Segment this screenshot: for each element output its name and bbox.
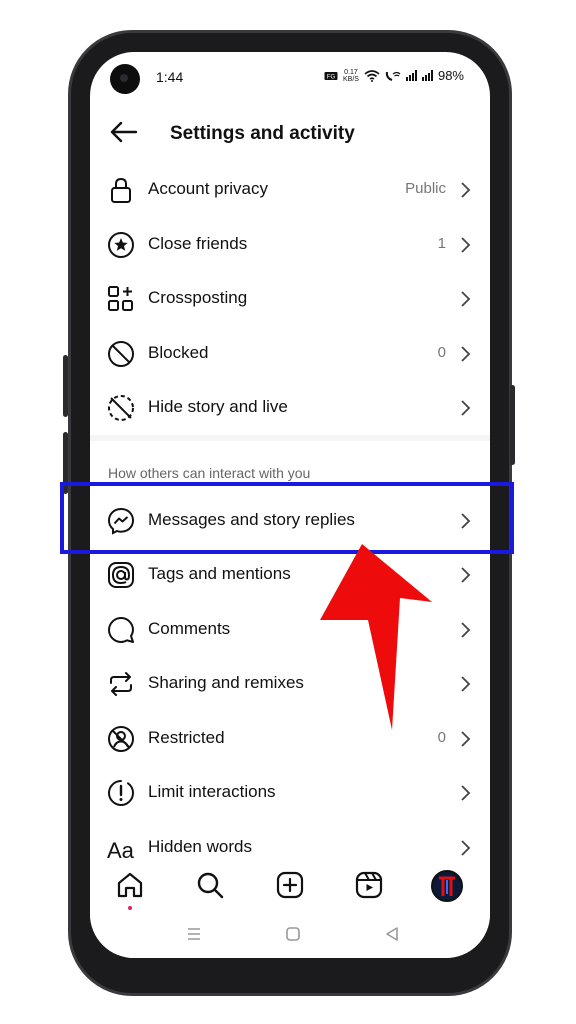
chevron-right-icon [461, 839, 471, 856]
star-circle-icon [108, 231, 134, 258]
chevron-right-icon [461, 236, 471, 253]
power-button [510, 385, 515, 465]
wifi-calling-icon [385, 71, 401, 81]
page-header: Settings and activity [90, 110, 490, 158]
front-camera [110, 64, 140, 94]
net-speed: 0.17 KB/S [343, 68, 359, 83]
nfc-icon: FG [324, 71, 338, 80]
row-label: Sharing and remixes [148, 673, 304, 692]
chevron-right-icon [461, 785, 471, 801]
row-label: Close friends [148, 233, 248, 253]
row-value: Public [405, 180, 446, 197]
profile-avatar[interactable] [431, 870, 463, 902]
menu-icon[interactable] [184, 924, 204, 944]
chevron-right-icon [461, 345, 471, 362]
row-label: Crossposting [148, 288, 248, 307]
signal-icon [405, 70, 417, 81]
battery-level: 98% [437, 68, 464, 83]
row-label: Blocked [148, 342, 209, 362]
row-label: Account privacy [148, 179, 268, 198]
hide-story-icon [108, 395, 134, 421]
chevron-right-icon [461, 291, 471, 307]
text-aa-icon: Aa [107, 838, 135, 863]
chevron-right-icon [461, 182, 471, 198]
home-square-icon[interactable] [283, 924, 303, 944]
bottom-nav [90, 860, 490, 912]
crossposting-row[interactable]: Crossposting [90, 271, 490, 326]
close-friends-row[interactable]: Close friends 1 [90, 217, 490, 272]
status-bar: 1:44 FG 0.17 KB/S 98% [90, 52, 490, 102]
chevron-right-icon [461, 400, 471, 416]
page-title: Settings and activity [170, 123, 355, 144]
search-icon[interactable] [195, 870, 225, 900]
reels-icon[interactable] [354, 870, 384, 900]
status-icons: FG 0.17 KB/S 98% [324, 68, 464, 83]
blocked-row[interactable]: Blocked 0 [90, 326, 490, 381]
restricted-icon [108, 725, 134, 752]
profile-logo-icon [439, 876, 455, 896]
signal-icon [421, 70, 433, 81]
home-icon[interactable] [115, 870, 145, 900]
hide-story-row[interactable]: Hide story and live [90, 380, 490, 435]
chevron-right-icon [461, 730, 471, 747]
row-value: 1 [437, 234, 446, 252]
chevron-right-icon [461, 621, 471, 638]
blocked-icon [108, 340, 134, 367]
comment-icon [108, 616, 134, 643]
lock-icon [111, 177, 131, 203]
limit-icon [107, 780, 135, 807]
at-sign-icon [108, 562, 134, 588]
notification-dot [128, 906, 132, 910]
svg-text:FG: FG [327, 74, 336, 80]
row-label: Comments [148, 618, 231, 638]
section-divider [90, 434, 490, 441]
share-remix-icon [110, 672, 132, 696]
chevron-right-icon [461, 676, 471, 692]
volume-button [63, 355, 68, 417]
row-label: Limit interactions [148, 782, 276, 801]
account-privacy-row[interactable]: Account privacy Public [90, 162, 490, 217]
section-title: How others can interact with you [108, 464, 311, 481]
highlight-box [60, 482, 514, 554]
wifi-icon [364, 69, 380, 82]
back-triangle-icon[interactable] [382, 924, 402, 944]
create-icon[interactable] [275, 870, 305, 900]
svg-text:Aa: Aa [107, 838, 135, 863]
row-label: Hide story and live [148, 397, 288, 416]
row-label: Restricted [148, 727, 225, 747]
crosspost-grid-icon [108, 286, 133, 311]
row-label: Tags and mentions [148, 564, 291, 583]
system-nav-bar [90, 912, 490, 958]
pointer-arrow-icon [320, 544, 432, 730]
chevron-right-icon [461, 567, 471, 583]
row-value: 0 [437, 343, 446, 361]
limit-interactions-row[interactable]: Limit interactions [90, 765, 490, 820]
status-time: 1:44 [156, 69, 184, 85]
row-label: Hidden words [148, 836, 252, 856]
back-arrow-icon[interactable] [106, 114, 142, 150]
